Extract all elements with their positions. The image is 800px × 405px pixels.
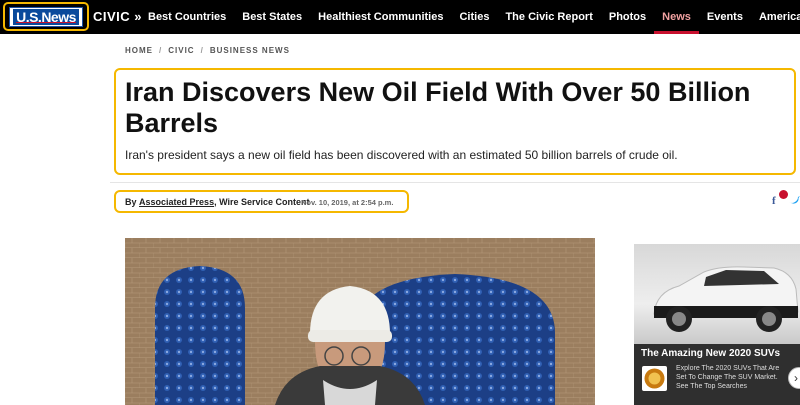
breadcrumb-item[interactable]: BUSINESS NEWS <box>210 46 290 55</box>
ad-description-line: Explore The 2020 SUVs That Are <box>676 365 780 372</box>
facebook-icon[interactable]: f <box>772 195 776 207</box>
breadcrumb-separator: / <box>159 46 163 55</box>
logo-text: U.S.News <box>13 9 79 25</box>
share-bar: f <box>770 190 800 210</box>
breadcrumb-item[interactable]: HOME <box>125 46 153 55</box>
ad-title[interactable]: The Amazing New 2020 SUVs <box>641 348 780 359</box>
nav-item-best-countries[interactable]: Best Countries <box>140 0 234 34</box>
byline: By Associated Press, Wire Service Conten… <box>125 197 310 207</box>
usnews-logo[interactable]: U.S.News <box>9 7 83 27</box>
nav-item-the-civic-report[interactable]: The Civic Report <box>497 0 600 34</box>
article-headline: Iran Discovers New Oil Field With Over 5… <box>125 77 751 138</box>
breadcrumb: HOME / CIVIC / BUSINESS NEWS <box>125 46 290 55</box>
ad-brand-icon <box>642 366 667 391</box>
civic-section-link[interactable]: CIVIC » <box>93 9 142 24</box>
nav-item-news[interactable]: News <box>654 0 699 34</box>
nav-item-photos[interactable]: Photos <box>601 0 654 34</box>
ad-description-line: See The Top Searches <box>676 383 747 390</box>
article-dek: Iran's president says a new oil field ha… <box>125 148 678 162</box>
divider <box>110 182 800 183</box>
byline-prefix: By <box>125 197 137 207</box>
breadcrumb-separator: / <box>200 46 204 55</box>
sponsored-ad[interactable]: The Amazing New 2020 SUVs Explore The 20… <box>634 244 800 405</box>
nav-item-cities[interactable]: Cities <box>451 0 497 34</box>
instagram-icon[interactable] <box>779 190 788 199</box>
ad-description: Explore The 2020 SUVs That Are Set To Ch… <box>676 364 794 391</box>
nav-item-america-2020[interactable]: America 2020 <box>751 0 800 34</box>
author-link[interactable]: Associated Press <box>139 197 214 207</box>
car-illustration <box>653 266 799 332</box>
breadcrumb-item[interactable]: CIVIC <box>168 46 194 55</box>
hero-image <box>125 238 595 405</box>
twitter-icon[interactable] <box>789 196 800 204</box>
top-nav: U.S.News CIVIC » Best Countries Best Stat… <box>0 0 800 34</box>
ad-car-image <box>634 244 800 344</box>
nav-item-events[interactable]: Events <box>699 0 751 34</box>
byline-source: , Wire Service Content <box>214 197 310 207</box>
hero-photo <box>125 238 595 405</box>
ad-description-line: Set To Change The SUV Market. <box>676 374 778 381</box>
nav-item-healthiest-communities[interactable]: Healthiest Communities <box>310 0 451 34</box>
publish-date: Nov. 10, 2019, at 2:54 p.m. <box>301 198 394 207</box>
nav-item-best-states[interactable]: Best States <box>234 0 310 34</box>
nav-menu: Best Countries Best States Healthiest Comm… <box>140 0 800 34</box>
